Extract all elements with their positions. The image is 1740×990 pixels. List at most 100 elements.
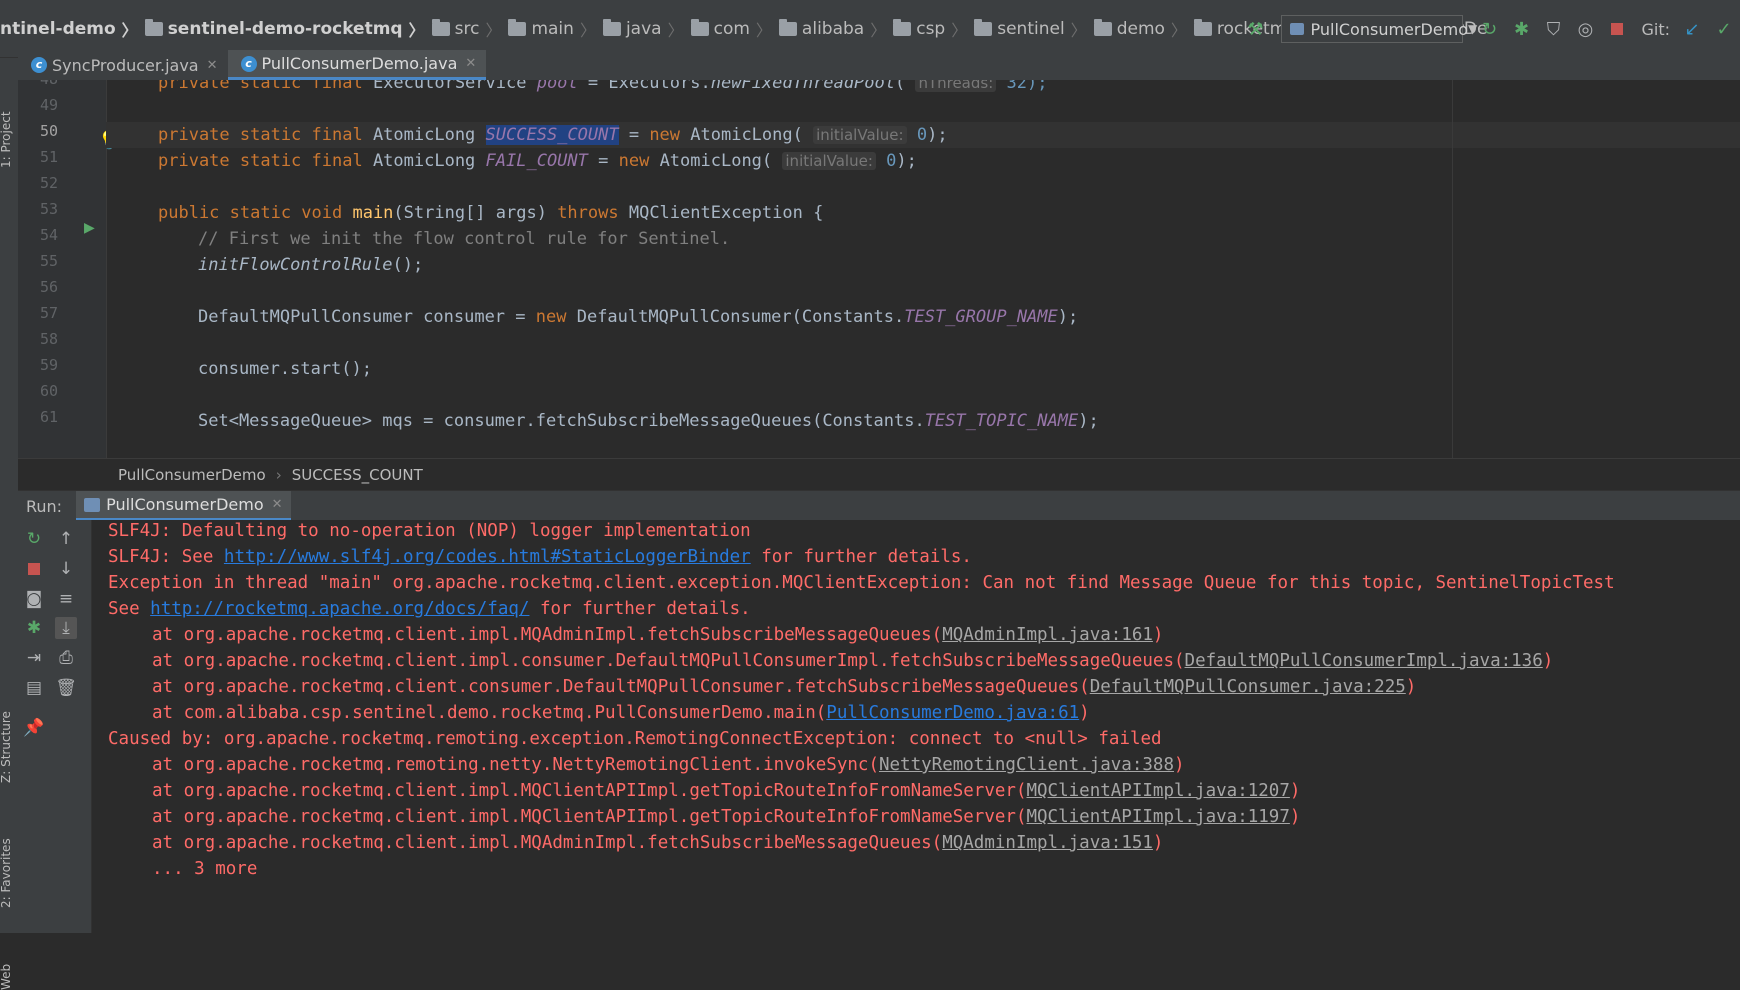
debug-icon[interactable]: ✱ bbox=[1510, 18, 1532, 40]
profile-icon[interactable]: ◎ bbox=[1574, 18, 1596, 40]
scroll-to-end-icon[interactable]: ⤓ bbox=[55, 617, 77, 639]
code-area[interactable]: private static final ExecutorService poo… bbox=[106, 80, 1740, 458]
stack-frame: at org.apache.rocketmq.client.consumer.D… bbox=[152, 677, 1417, 697]
stack-frame: at org.apache.rocketmq.client.impl.consu… bbox=[152, 651, 1554, 671]
code-line: consumer.start(); bbox=[198, 359, 372, 379]
folder-icon bbox=[144, 19, 163, 36]
line-number: 59 bbox=[39, 356, 58, 374]
arrow-up-icon[interactable]: ↑ bbox=[55, 528, 77, 550]
source-link[interactable]: DefaultMQPullConsumerImpl.java:136 bbox=[1185, 651, 1543, 671]
code-line-current: private static final AtomicLong SUCCESS_… bbox=[106, 122, 1740, 148]
tab-syncproducer[interactable]: c SyncProducer.java ✕ bbox=[18, 50, 228, 80]
run-tab-pullconsumerdemo[interactable]: PullConsumerDemo ✕ bbox=[76, 491, 291, 521]
line-number: 48 bbox=[28, 80, 58, 88]
right-margin-guide bbox=[1452, 80, 1453, 458]
breadcrumb-item-alibaba[interactable]: alibaba 〉 bbox=[776, 17, 890, 41]
layout-icon[interactable]: ▤ bbox=[23, 677, 45, 699]
line-number: 52 bbox=[39, 174, 58, 192]
rerun-icon[interactable]: ↻ bbox=[1478, 18, 1500, 40]
line-number: 60 bbox=[39, 382, 58, 400]
breadcrumb-item-demo[interactable]: demo 〉 bbox=[1091, 17, 1191, 41]
folder-icon bbox=[778, 19, 797, 36]
console-link[interactable]: http://www.slf4j.org/codes.html#StaticLo… bbox=[224, 547, 751, 567]
stack-frame: at org.apache.rocketmq.client.impl.MQAdm… bbox=[152, 625, 1164, 645]
source-link[interactable]: PullConsumerDemo.java:61 bbox=[826, 703, 1079, 723]
line-number: 51 bbox=[39, 148, 58, 166]
folder-icon bbox=[690, 19, 709, 36]
console-line: Exception in thread "main" org.apache.ro… bbox=[108, 573, 1615, 593]
editor-tabs: c SyncProducer.java ✕ c PullConsumerDemo… bbox=[18, 50, 1740, 81]
code-line: Set<MessageQueue> mqs = consumer.fetchSu… bbox=[198, 411, 1099, 431]
breadcrumb-item-project[interactable]: ntinel-demo 〉 bbox=[0, 17, 142, 41]
close-icon[interactable]: ✕ bbox=[272, 497, 283, 512]
tab-label: SyncProducer.java bbox=[52, 55, 199, 75]
rerun-icon[interactable]: ↻ bbox=[23, 528, 45, 550]
source-link[interactable]: MQAdminImpl.java:161 bbox=[942, 625, 1153, 645]
print-icon[interactable]: ⎙ bbox=[55, 647, 77, 669]
run-gutter-icon[interactable]: ▶ bbox=[84, 220, 95, 236]
git-update-icon[interactable]: ↙ bbox=[1681, 18, 1703, 40]
trash-icon[interactable]: 🗑 bbox=[55, 677, 77, 699]
console-line: SLF4J: Defaulting to no-operation (NOP) … bbox=[108, 521, 751, 541]
close-icon[interactable]: ✕ bbox=[465, 56, 476, 71]
breadcrumb-item-com[interactable]: com 〉 bbox=[688, 17, 776, 41]
run-configuration-select[interactable]: PullConsumerDemo ▼ bbox=[1281, 15, 1477, 43]
console-link[interactable]: http://rocketmq.apache.org/docs/faq/ bbox=[150, 599, 529, 619]
breadcrumb-item-csp[interactable]: csp 〉 bbox=[890, 17, 971, 41]
line-number: 49 bbox=[39, 96, 58, 114]
favorites-tool-button[interactable]: 2: Favorites bbox=[0, 838, 13, 908]
source-link[interactable]: MQClientAPIImpl.java:1197 bbox=[1026, 807, 1289, 827]
breadcrumb-class[interactable]: PullConsumerDemo bbox=[118, 466, 266, 484]
source-link[interactable]: DefaultMQPullConsumer.java:225 bbox=[1090, 677, 1406, 697]
tab-label: PullConsumerDemo.java bbox=[261, 54, 458, 73]
breadcrumb-item-module[interactable]: sentinel-demo-rocketmq 〉 bbox=[142, 17, 429, 41]
line-number: 54 bbox=[39, 226, 58, 244]
pin-icon[interactable]: 📌 bbox=[23, 717, 45, 739]
arrow-down-icon[interactable]: ↓ bbox=[55, 558, 77, 580]
folder-icon bbox=[974, 19, 993, 36]
line-number: 56 bbox=[39, 278, 58, 296]
code-line: private static final AtomicLong FAIL_COU… bbox=[158, 151, 917, 171]
stack-frame: at org.apache.rocketmq.client.impl.MQCli… bbox=[152, 781, 1301, 801]
stop-icon[interactable] bbox=[23, 558, 45, 580]
tab-pullconsumerdemo[interactable]: c PullConsumerDemo.java ✕ bbox=[227, 50, 487, 80]
config-icon bbox=[84, 497, 101, 512]
coverage-icon[interactable]: ⛉ bbox=[1542, 18, 1564, 40]
line-gutter: 48 49 50 51 52 53 54 55 56 57 58 59 60 6… bbox=[18, 80, 120, 458]
stack-frame: at org.apache.rocketmq.client.impl.MQCli… bbox=[152, 807, 1301, 827]
editor-breadcrumb: PullConsumerDemo › SUCCESS_COUNT bbox=[18, 458, 1740, 490]
source-link[interactable]: MQAdminImpl.java:151 bbox=[942, 833, 1153, 853]
run-panel-header: Run: PullConsumerDemo ✕ bbox=[18, 490, 1740, 521]
line-number: 50 bbox=[39, 122, 58, 140]
code-line: initFlowControlRule(); bbox=[198, 255, 424, 275]
debug-icon[interactable]: ✱ bbox=[23, 617, 45, 639]
code-comment: // First we init the flow control rule f… bbox=[198, 229, 731, 249]
breadcrumb-item-sentinel[interactable]: sentinel 〉 bbox=[971, 17, 1090, 41]
line-number: 53 bbox=[39, 200, 58, 218]
main-toolbar: ⚒ PullConsumerDemo ▼ ↻ ✱ ⛉ ◎ Git: ↙ ✓ bbox=[1239, 14, 1740, 44]
source-link[interactable]: MQClientAPIImpl.java:1207 bbox=[1026, 781, 1289, 801]
stop-icon[interactable] bbox=[1606, 18, 1628, 40]
breadcrumb-item-src[interactable]: src 〉 bbox=[429, 17, 506, 41]
console-output[interactable]: SLF4J: Defaulting to no-operation (NOP) … bbox=[92, 520, 1740, 933]
source-link[interactable]: NettyRemotingClient.java:388 bbox=[879, 755, 1174, 775]
git-commit-icon[interactable]: ✓ bbox=[1713, 18, 1735, 40]
folder-icon bbox=[602, 19, 621, 36]
web-tool-button[interactable]: Web bbox=[0, 964, 13, 990]
code-editor[interactable]: 48 49 50 51 52 53 54 55 56 57 58 59 60 6… bbox=[18, 80, 1740, 458]
stack-frame: at org.apache.rocketmq.remoting.netty.Ne… bbox=[152, 755, 1185, 775]
folder-icon bbox=[508, 19, 527, 36]
build-hammer-icon[interactable]: ⚒ bbox=[1244, 18, 1266, 40]
soft-wrap-icon[interactable]: ≡ bbox=[55, 588, 77, 610]
close-icon[interactable]: ✕ bbox=[207, 58, 218, 73]
run-label: Run: bbox=[26, 496, 63, 516]
structure-tool-button[interactable]: Z: Structure bbox=[0, 711, 13, 783]
project-tool-button[interactable]: 1: Project bbox=[0, 111, 13, 168]
breadcrumb-item-java[interactable]: java 〉 bbox=[600, 17, 688, 41]
breadcrumb-field[interactable]: SUCCESS_COUNT bbox=[292, 466, 423, 484]
folder-icon bbox=[1093, 19, 1112, 36]
camera-icon[interactable]: ◙ bbox=[23, 588, 45, 610]
exit-icon[interactable]: ⇥ bbox=[23, 647, 45, 669]
folder-icon bbox=[1193, 19, 1212, 36]
breadcrumb-item-main[interactable]: main 〉 bbox=[505, 17, 600, 41]
